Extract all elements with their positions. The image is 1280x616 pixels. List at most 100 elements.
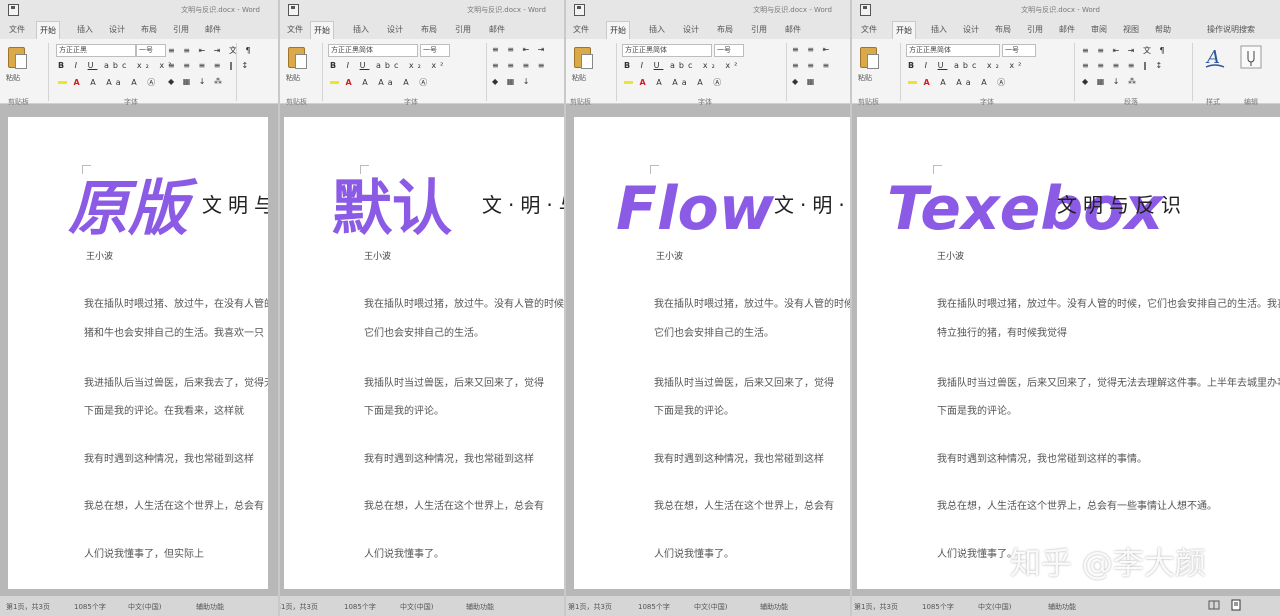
tab-layout[interactable]: 布局 [418,23,440,36]
tab-mailings[interactable]: 邮件 [1056,23,1078,36]
tab-insert[interactable]: 插入 [350,23,372,36]
align-buttons[interactable]: ≡ ≡ ≡ ≡ ‖ ↕ [1082,61,1165,70]
tab-layout[interactable]: 布局 [138,23,160,36]
comparison-title: 默认 [332,174,452,244]
save-icon[interactable] [288,4,299,16]
dictate-icon[interactable] [1240,45,1262,71]
paragraph-buttons[interactable]: ≡ ≡ ⇤ ⇥ 文 ¶ [168,45,254,56]
tell-me-search[interactable]: 操作说明搜索 [1204,23,1258,36]
tab-design[interactable]: 设计 [960,23,982,36]
save-icon[interactable] [8,4,19,16]
status-page[interactable]: 第1页，共3页 [280,602,318,612]
ribbon: 粘贴 方正正黑简体 一号 B I U abc x₂ x² A A Aa A Ⓐ … [852,39,1280,106]
tab-references[interactable]: 引用 [170,23,192,36]
font-size-box[interactable]: 一号 [420,44,450,57]
status-accessibility[interactable]: 辅助功能 [760,602,788,612]
align-buttons[interactable]: ≡ ≡ ≡ [792,61,832,70]
tab-review[interactable]: 审阅 [1088,23,1110,36]
status-accessibility[interactable]: 辅助功能 [466,602,494,612]
paragraph-buttons[interactable]: ≡ ≡ ⇤ ⇥ [492,45,547,54]
font-name-box[interactable]: 方正正黑简体 [906,44,1000,57]
tab-design[interactable]: 设计 [106,23,128,36]
tab-file[interactable]: 文件 [284,23,306,36]
status-words[interactable]: 1085个字 [638,602,670,612]
document-page[interactable]: Flow 文·明·与 王小波 我在插队时喂过猪，放过牛。没有人管的时候， 它们也… [574,117,850,589]
tab-home[interactable]: 开始 [606,21,630,39]
tab-layout[interactable]: 布局 [992,23,1014,36]
font-color-buttons[interactable]: A A Aa A Ⓐ [58,77,159,88]
status-lang[interactable]: 中文(中国) [978,602,1011,612]
font-color-buttons[interactable]: A A Aa A Ⓐ [908,77,1009,88]
status-words[interactable]: 1085个字 [922,602,954,612]
status-page[interactable]: 第1页，共3页 [568,602,612,612]
font-format-buttons[interactable]: B I U abc x₂ x² [58,61,175,70]
tab-file[interactable]: 文件 [570,23,592,36]
paste-button[interactable]: 粘贴 [6,43,27,82]
font-format-buttons[interactable]: B I U abc x₂ x² [908,61,1025,70]
status-lang[interactable]: 中文(中国) [128,602,161,612]
body-line: 我进插队后当过兽医，后来我去了，觉得无法 [84,378,268,389]
title-bar: 文明与反识.docx - Word [852,0,1280,20]
font-format-buttons[interactable]: B I U abc x₂ x² [624,61,741,70]
shading-buttons[interactable]: ◆ ▦ ↓ ⁂ [1082,77,1139,86]
font-size-box[interactable]: 一号 [1002,44,1036,57]
paste-button[interactable]: 粘贴 [286,43,307,82]
read-mode-icon[interactable] [1208,599,1220,613]
status-page[interactable]: 第1页，共3页 [854,602,898,612]
print-layout-icon[interactable] [1230,599,1242,613]
comparison-title: 原版 [68,174,188,244]
save-icon[interactable] [860,4,871,16]
paste-button[interactable]: 粘贴 [858,43,879,82]
tab-help[interactable]: 帮助 [1152,23,1174,36]
document-page[interactable]: 原版 文明与 王小波 我在插队时喂过猪、放过牛，在没有人管的时候， 猪和牛也会安… [8,117,268,589]
tab-references[interactable]: 引用 [748,23,770,36]
paragraph-buttons[interactable]: ≡ ≡ ⇤ ⇥ 文 ¶ [1082,45,1168,56]
font-color-buttons[interactable]: A A Aa A Ⓐ [330,77,431,88]
tab-file[interactable]: 文件 [858,23,880,36]
tab-references[interactable]: 引用 [1024,23,1046,36]
tab-home[interactable]: 开始 [36,21,60,39]
tab-file[interactable]: 文件 [6,23,28,36]
tab-home[interactable]: 开始 [310,21,334,39]
shading-buttons[interactable]: ◆ ▦ ↓ ⁂ [168,77,225,86]
align-buttons[interactable]: ≡ ≡ ≡ ≡ [492,61,547,70]
status-accessibility[interactable]: 辅助功能 [196,602,224,612]
font-name-box[interactable]: 方正正黑 [56,44,136,57]
shading-buttons[interactable]: ◆ ▦ ↓ [492,77,533,86]
tab-design[interactable]: 设计 [384,23,406,36]
group-clipboard: 剪贴板 [286,98,307,106]
align-buttons[interactable]: ≡ ≡ ≡ ≡ ‖ ↕ [168,61,251,70]
body-line: 我在插队时喂过猪，放过牛。没有人管的时候， [654,299,850,310]
status-words[interactable]: 1085个字 [344,602,376,612]
tab-insert[interactable]: 插入 [928,23,950,36]
paragraph-buttons[interactable]: ≡ ≡ ⇤ [792,45,832,54]
tab-layout[interactable]: 布局 [714,23,736,36]
paste-button[interactable]: 粘贴 [572,43,593,82]
font-name-box[interactable]: 方正正黑简体 [328,44,418,57]
tab-references[interactable]: 引用 [452,23,474,36]
tab-mailings[interactable]: 邮件 [202,23,224,36]
font-color-buttons[interactable]: A A Aa A Ⓐ [624,77,725,88]
styles-icon[interactable]: A [1204,45,1226,73]
status-accessibility[interactable]: 辅助功能 [1048,602,1076,612]
tab-home[interactable]: 开始 [892,21,916,39]
tab-insert[interactable]: 插入 [646,23,668,36]
tab-mailings[interactable]: 邮件 [782,23,804,36]
word-window-flow: 文明与反识.docx - Word 文件 开始 插入 设计 布局 引用 邮件 粘… [566,0,850,616]
tab-insert[interactable]: 插入 [74,23,96,36]
status-page[interactable]: 第1页，共3页 [6,602,50,612]
font-size-box[interactable]: 一号 [136,44,166,57]
status-lang[interactable]: 中文(中国) [694,602,727,612]
save-icon[interactable] [574,4,585,16]
tab-mailings[interactable]: 邮件 [486,23,508,36]
font-size-box[interactable]: 一号 [714,44,744,57]
document-page[interactable]: 默认 文·明·与· 王小波 我在插队时喂过猪，放过牛。没有人管的时候， 它们也会… [284,117,564,589]
shading-buttons[interactable]: ◆ ▦ [792,77,817,86]
tab-design[interactable]: 设计 [680,23,702,36]
document-page[interactable]: Texebox 文明与反识 王小波 我在插队时喂过猪，放过牛。没有人管的时候，它… [857,117,1280,589]
font-format-buttons[interactable]: B I U abc x₂ x² [330,61,447,70]
status-words[interactable]: 1085个字 [74,602,106,612]
tab-view[interactable]: 视图 [1120,23,1142,36]
status-lang[interactable]: 中文(中国) [400,602,433,612]
font-name-box[interactable]: 方正正黑简体 [622,44,712,57]
